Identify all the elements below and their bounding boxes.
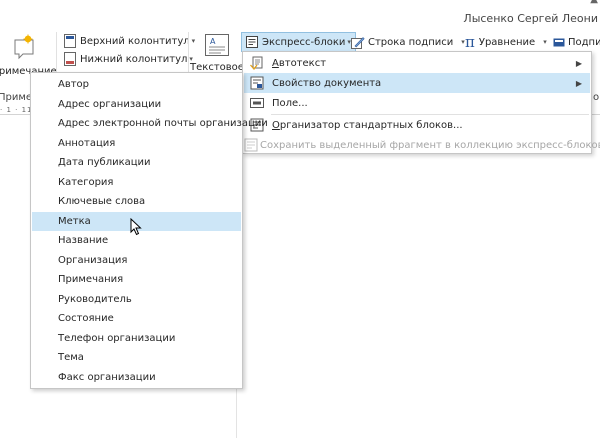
pi-icon: π bbox=[465, 33, 475, 51]
menu-item-label: Сохранить выделенный фрагмент в коллекци… bbox=[260, 139, 600, 151]
symbol-label: Подпи bbox=[568, 36, 600, 48]
property-item-abstract[interactable]: Аннотация bbox=[32, 134, 241, 153]
quick-parts-button[interactable]: Экспресс-блоки ▾ bbox=[241, 32, 356, 52]
quick-parts-label: Экспресс-блоки bbox=[262, 36, 346, 48]
document-canvas[interactable] bbox=[236, 116, 600, 438]
footer-button[interactable]: Нижний колонтитул ▾ bbox=[64, 50, 193, 68]
footer-icon bbox=[64, 52, 76, 66]
svg-text:A: A bbox=[210, 37, 216, 46]
autotext-icon bbox=[244, 56, 270, 70]
equation-label: Уравнение bbox=[478, 36, 536, 48]
header-label: Верхний колонтитул bbox=[80, 35, 190, 47]
user-name[interactable]: Лысенко Сергей Леони bbox=[463, 12, 598, 25]
signature-line-button[interactable]: Строка подписи ▾ bbox=[348, 32, 468, 52]
accelerator-char: О bbox=[272, 119, 280, 131]
collapse-arrow-icon[interactable]: ▲ bbox=[590, 0, 598, 5]
symbol-icon bbox=[553, 38, 565, 46]
menu-item-label: втотекст bbox=[278, 57, 327, 69]
menu-item-label: рганизатор стандартных блоков... bbox=[279, 119, 463, 131]
property-item-company-phone[interactable]: Телефон организации bbox=[32, 329, 241, 348]
menu-item-building-blocks-organizer[interactable]: Организатор стандартных блоков... bbox=[244, 115, 590, 135]
accelerator-char: А bbox=[272, 57, 279, 69]
save-selection-icon bbox=[244, 138, 258, 152]
footer-label: Нижний колонтитул bbox=[80, 53, 188, 65]
menu-item-autotext[interactable]: Автотекст ▶ bbox=[244, 53, 590, 73]
header-button[interactable]: Верхний колонтитул ▾ bbox=[64, 32, 195, 50]
equation-button[interactable]: π Уравнение ▾ bbox=[462, 32, 550, 52]
group-label-right: о bbox=[593, 92, 600, 103]
property-item-category[interactable]: Категория bbox=[32, 173, 241, 192]
field-icon bbox=[244, 98, 270, 108]
menu-item-label: Свойство документа bbox=[272, 77, 382, 89]
property-item-keywords[interactable]: Ключевые слова bbox=[32, 192, 241, 211]
title-bar: ▲ Лысенко Сергей Леони bbox=[0, 0, 600, 30]
property-item-company-email[interactable]: Адрес электронной почты организации bbox=[32, 114, 268, 133]
quick-parts-menu: Автотекст ▶ Свойство документа ▶ Поле... bbox=[242, 51, 600, 155]
signature-icon bbox=[351, 36, 365, 49]
submenu-arrow-icon: ▶ bbox=[575, 58, 582, 68]
header-icon bbox=[64, 34, 76, 48]
symbol-button[interactable]: Подпи bbox=[550, 32, 600, 52]
menu-item-document-property[interactable]: Свойство документа ▶ bbox=[244, 73, 590, 93]
mouse-cursor-icon bbox=[130, 218, 142, 236]
textbox-icon: A bbox=[205, 34, 229, 56]
signature-label: Строка подписи bbox=[368, 36, 454, 48]
menu-item-label: Поле... bbox=[272, 97, 308, 109]
chevron-down-icon: ▾ bbox=[543, 38, 547, 46]
property-item-author[interactable]: Автор bbox=[32, 75, 241, 94]
menu-item-field[interactable]: Поле... bbox=[244, 93, 590, 113]
quick-parts-icon bbox=[246, 36, 258, 48]
property-item-company-address[interactable]: Адрес организации bbox=[32, 95, 241, 114]
comment-icon bbox=[14, 34, 34, 60]
property-item-publish-date[interactable]: Дата публикации bbox=[32, 153, 241, 172]
submenu-arrow-icon: ▶ bbox=[575, 78, 582, 88]
property-item-company-fax[interactable]: Факс организации bbox=[32, 368, 241, 387]
property-item-status[interactable]: Состояние bbox=[32, 309, 241, 328]
property-item-company[interactable]: Организация bbox=[32, 251, 241, 270]
doc-property-icon bbox=[244, 76, 270, 90]
property-item-manager[interactable]: Руководитель bbox=[32, 290, 241, 309]
property-item-subject[interactable]: Тема bbox=[32, 348, 241, 367]
menu-item-save-selection: Сохранить выделенный фрагмент в коллекци… bbox=[244, 135, 600, 155]
property-item-comments[interactable]: Примечания bbox=[32, 270, 241, 289]
